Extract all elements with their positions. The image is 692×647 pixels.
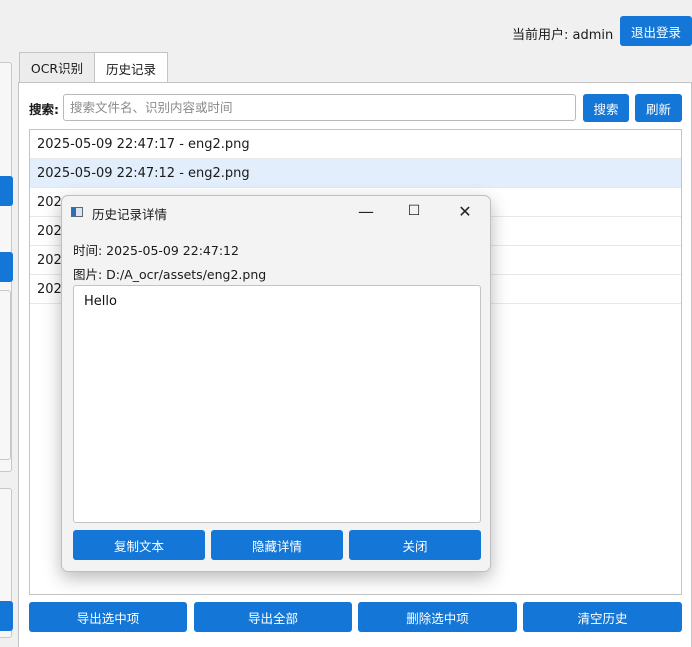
export-selected-button[interactable]: 导出选中项 (29, 602, 187, 632)
refresh-button[interactable]: 刷新 (635, 94, 682, 122)
tab-history[interactable]: 历史记录 (94, 52, 168, 83)
history-detail-dialog: 历史记录详情 — ☐ ✕ 时间: 2025-05-09 22:47:12 图片:… (61, 195, 491, 572)
list-item[interactable]: 2025-05-09 22:47:17 - eng2.png (30, 130, 681, 159)
left-panel-button[interactable] (0, 252, 13, 282)
minimize-icon[interactable]: — (343, 196, 389, 226)
search-input[interactable] (63, 94, 576, 121)
dialog-title: 历史记录详情 (92, 207, 168, 222)
delete-selected-button[interactable]: 删除选中项 (358, 602, 517, 632)
detail-time: 时间: 2025-05-09 22:47:12 (73, 243, 239, 258)
left-panel-textarea[interactable] (0, 290, 11, 460)
logout-button[interactable]: 退出登录 (620, 16, 692, 46)
copy-text-button[interactable]: 复制文本 (73, 530, 205, 560)
search-label: 搜索: (29, 102, 59, 117)
tab-ocr[interactable]: OCR识别 (19, 52, 95, 82)
close-icon[interactable]: ✕ (442, 196, 488, 226)
maximize-icon[interactable]: ☐ (391, 196, 437, 226)
detail-text-area[interactable]: Hello (73, 285, 481, 523)
current-user-label: 当前用户: admin (512, 28, 614, 43)
left-panel-button[interactable] (0, 601, 13, 631)
search-button[interactable]: 搜索 (583, 94, 629, 122)
detail-image-path: 图片: D:/A_ocr/assets/eng2.png (73, 267, 267, 282)
hide-details-button[interactable]: 隐藏详情 (211, 530, 343, 560)
dialog-close-button[interactable]: 关闭 (349, 530, 481, 560)
left-panel-button[interactable] (0, 176, 13, 206)
list-item-selected[interactable]: 2025-05-09 22:47:12 - eng2.png (30, 159, 681, 188)
clear-history-button[interactable]: 清空历史 (523, 602, 682, 632)
export-all-button[interactable]: 导出全部 (194, 602, 352, 632)
window-icon (71, 207, 83, 217)
